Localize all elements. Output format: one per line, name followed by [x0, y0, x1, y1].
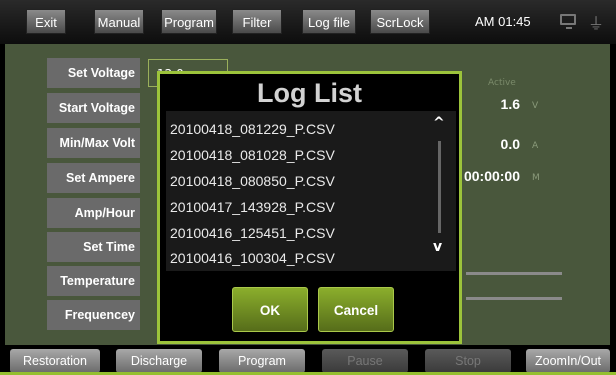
ampere-value: 0.0 — [500, 136, 520, 152]
cancel-button[interactable]: Cancel — [318, 287, 394, 332]
list-item[interactable]: 20100416_125451_P.CSV — [170, 222, 335, 244]
label-temperature: Temperature — [47, 266, 140, 296]
manual-button[interactable]: Manual — [94, 9, 144, 34]
status-divider — [466, 272, 562, 275]
zoom-button[interactable]: ZoomIn/Out — [526, 349, 610, 373]
log-list-dialog: Log List 20100418_081229_P.CSV 20100418_… — [157, 71, 462, 344]
restoration-button[interactable]: Restoration — [10, 349, 100, 373]
list-item[interactable]: 20100418_081229_P.CSV — [170, 118, 335, 140]
log-file-button[interactable]: Log file — [302, 9, 356, 34]
log-file-list[interactable]: 20100418_081229_P.CSV 20100418_081028_P.… — [166, 111, 456, 271]
scroll-up-icon[interactable]: ^ — [433, 115, 445, 131]
label-set-time: Set Time — [47, 232, 140, 262]
program-run-button[interactable]: Program — [219, 349, 305, 373]
list-item[interactable]: 20100418_080850_P.CSV — [170, 170, 335, 192]
label-frequencey: Frequencey — [47, 300, 140, 330]
voltage-value: 1.6 — [500, 96, 520, 112]
label-set-ampere: Set Ampere — [47, 163, 140, 193]
plug-icon: ⏚ — [588, 14, 605, 33]
status-divider — [466, 297, 562, 300]
monitor-icon — [560, 14, 576, 29]
exit-button[interactable]: Exit — [26, 9, 66, 34]
program-button[interactable]: Program — [161, 9, 217, 34]
filter-button[interactable]: Filter — [232, 9, 282, 34]
scrollbar[interactable] — [438, 141, 441, 233]
label-start-voltage: Start Voltage — [47, 93, 140, 123]
bottom-toolbar: Restoration Discharge Program Pause Stop… — [0, 345, 616, 375]
label-min-max-volt: Min/Max Volt — [47, 128, 140, 158]
ampere-unit: A — [532, 141, 539, 151]
list-item[interactable]: 20100417_143928_P.CSV — [170, 196, 335, 218]
voltage-unit: V — [532, 101, 539, 111]
discharge-button[interactable]: Discharge — [116, 349, 202, 373]
list-item[interactable]: 20100416_100304_P.CSV — [170, 247, 335, 269]
clock: AM 01:45 — [475, 14, 531, 29]
dialog-title: Log List — [257, 78, 362, 108]
active-header: Active — [488, 78, 516, 88]
stop-button[interactable]: Stop — [425, 349, 511, 373]
top-toolbar: Exit Manual Program Filter Log file ScrL… — [0, 0, 616, 44]
label-set-voltage: Set Voltage — [47, 58, 140, 88]
ok-button[interactable]: OK — [232, 287, 308, 332]
pause-button[interactable]: Pause — [322, 349, 408, 373]
scrlock-button[interactable]: ScrLock — [370, 9, 430, 34]
list-item[interactable]: 20100418_081028_P.CSV — [170, 144, 335, 166]
scroll-down-icon[interactable]: v — [433, 239, 442, 255]
time-unit: M — [532, 173, 540, 183]
label-amp-hour: Amp/Hour — [47, 198, 140, 228]
